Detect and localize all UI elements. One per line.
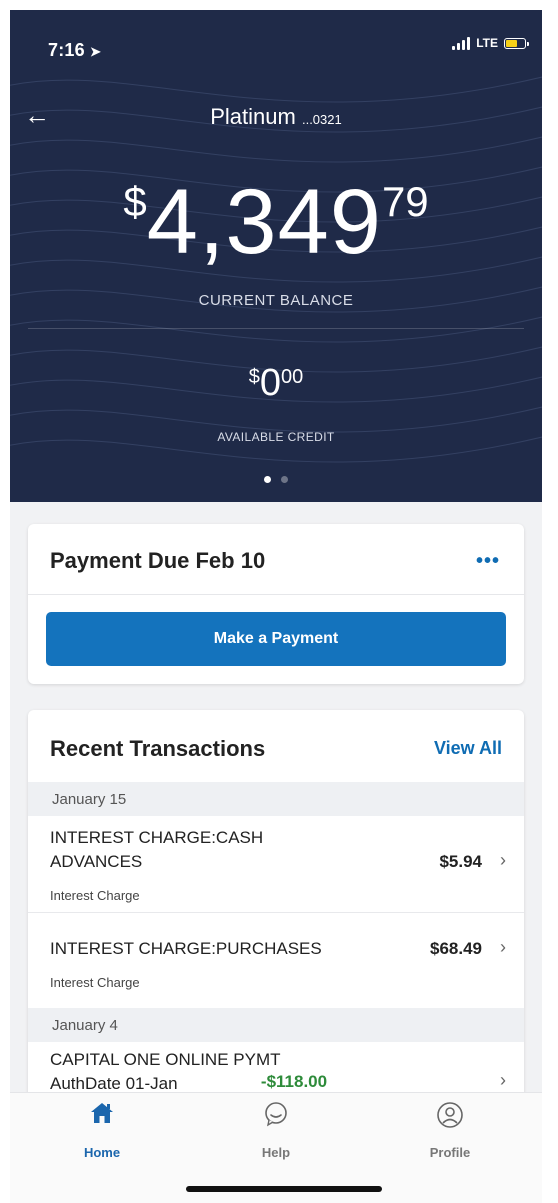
- make-payment-button[interactable]: Make a Payment: [46, 612, 506, 666]
- transaction-category: Interest Charge: [50, 975, 140, 990]
- transaction-amount: -$118.00: [260, 1072, 328, 1091]
- status-time: 7:16 ➤: [48, 40, 102, 60]
- balance-currency: $: [123, 178, 147, 225]
- credit-label: AVAILABLE CREDIT: [217, 430, 335, 444]
- credit-currency: $: [248, 366, 260, 388]
- balance-label: CURRENT BALANCE: [198, 292, 354, 309]
- header-divider: [28, 328, 524, 329]
- available-credit: $000: [10, 362, 542, 405]
- signal-icon: [452, 36, 471, 50]
- payment-card: Payment Due Feb 10 ••• Make a Payment: [28, 524, 524, 684]
- location-arrow-icon: ➤: [90, 44, 102, 59]
- balance-amount: 4,349: [146, 171, 382, 273]
- recent-transactions-card: Recent Transactions View All January 15 …: [28, 710, 524, 1110]
- phone-screen: 7:16 ➤ LTE ← Platinum ...0321 $4,34979 C…: [0, 0, 558, 1203]
- main-content[interactable]: Payment Due Feb 10 ••• Make a Payment Re…: [10, 502, 542, 1110]
- battery-icon: [504, 37, 529, 49]
- tab-profile[interactable]: Profile: [380, 1093, 520, 1173]
- account-title: Platinum ...0321: [10, 104, 542, 130]
- transaction-description: INTEREST CHARGE:CASH ADVANCES: [50, 828, 264, 871]
- chevron-right-icon: ›: [500, 937, 506, 957]
- transaction-amount: $68.49: [430, 939, 482, 958]
- tab-help[interactable]: Help: [206, 1093, 346, 1173]
- transaction-description: INTEREST CHARGE:PURCHASES: [50, 939, 322, 958]
- more-options-icon[interactable]: •••: [476, 550, 500, 573]
- chat-bubble-icon: [265, 1102, 287, 1127]
- date-header: January 4: [28, 1008, 524, 1042]
- page-dot-active[interactable]: [264, 476, 271, 483]
- home-indicator[interactable]: [186, 1186, 382, 1192]
- balance-cents: 79: [381, 178, 429, 225]
- transaction-category: Interest Charge: [50, 888, 140, 903]
- transaction-row[interactable]: INTEREST CHARGE:CASH ADVANCES Interest C…: [28, 816, 524, 912]
- tab-home[interactable]: Home: [32, 1093, 172, 1173]
- home-icon: [91, 1103, 113, 1123]
- transactions-title: Recent Transactions: [50, 736, 266, 761]
- transaction-row[interactable]: INTEREST CHARGE:PURCHASES Interest Charg…: [28, 913, 524, 1007]
- tab-label: Home: [83, 1145, 121, 1160]
- account-header: 7:16 ➤ LTE ← Platinum ...0321 $4,34979 C…: [10, 10, 542, 502]
- chevron-right-icon: ›: [500, 850, 506, 870]
- current-balance: $4,34979: [10, 170, 542, 275]
- account-number: ...0321: [301, 112, 342, 127]
- chevron-right-icon: ›: [500, 1070, 506, 1090]
- tab-label: Help: [261, 1145, 291, 1160]
- page-dot[interactable]: [281, 476, 288, 483]
- status-indicators: LTE: [452, 36, 529, 50]
- credit-cents: 00: [281, 366, 304, 388]
- transaction-amount: $5.94: [439, 852, 482, 871]
- payment-due-title: Payment Due Feb 10: [50, 548, 266, 573]
- divider: [28, 594, 524, 595]
- status-bar: 7:16 ➤ LTE: [10, 10, 542, 90]
- view-all-link[interactable]: View All: [434, 738, 502, 759]
- credit-amount: 0: [259, 362, 281, 404]
- account-name: Platinum: [210, 104, 296, 129]
- profile-icon: [437, 1102, 463, 1128]
- tab-label: Profile: [429, 1145, 471, 1160]
- date-header: January 15: [28, 782, 524, 816]
- network-type: LTE: [476, 36, 498, 50]
- page-indicator[interactable]: [10, 476, 542, 483]
